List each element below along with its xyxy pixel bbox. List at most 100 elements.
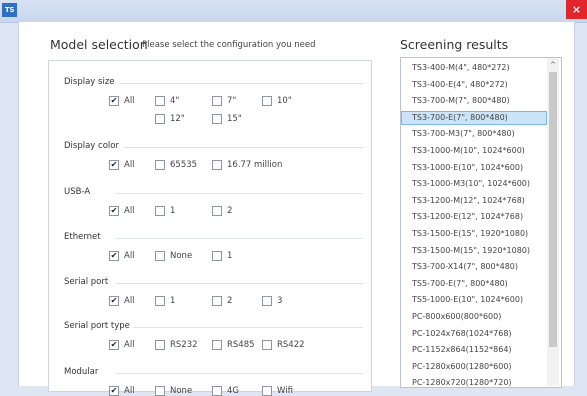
- checkbox-checked-icon[interactable]: ✔: [109, 160, 119, 170]
- checkbox-checked-icon[interactable]: ✔: [109, 386, 119, 396]
- checkbox-checked-icon[interactable]: ✔: [109, 251, 119, 261]
- result-list-item[interactable]: TS5-1000-E(10", 1024*600): [401, 293, 547, 307]
- checkbox-icon[interactable]: [155, 251, 165, 261]
- app-logo-icon: TS: [2, 3, 17, 17]
- checkbox-checked-icon[interactable]: ✔: [109, 296, 119, 306]
- option-checkbox[interactable]: 16.77 million: [212, 160, 282, 170]
- results-scrollbar[interactable]: ^: [547, 58, 559, 386]
- group-title: Ethernet: [64, 232, 105, 242]
- checkbox-icon[interactable]: [212, 206, 222, 216]
- checkbox-icon[interactable]: [212, 96, 222, 106]
- option-label: RS232: [170, 340, 198, 350]
- option-label: 12": [170, 114, 185, 124]
- option-checkbox[interactable]: 4": [155, 96, 179, 106]
- result-list-item[interactable]: TS3-700-M3(7", 800*480): [401, 127, 547, 141]
- checkbox-icon[interactable]: [212, 251, 222, 261]
- option-label: All: [124, 206, 135, 216]
- option-checkbox[interactable]: 7": [212, 96, 236, 106]
- option-checkbox[interactable]: 1: [212, 251, 232, 261]
- group-divider: [115, 238, 363, 239]
- option-checkbox[interactable]: 2: [212, 296, 232, 306]
- option-checkbox[interactable]: ✔ All: [109, 340, 135, 350]
- checkbox-icon[interactable]: [212, 296, 222, 306]
- checkbox-icon[interactable]: [212, 160, 222, 170]
- model-selection-hint: Please select the configuration you need: [142, 40, 316, 50]
- option-checkbox[interactable]: ✔ All: [109, 96, 135, 106]
- checkbox-icon[interactable]: [212, 386, 222, 396]
- result-list-item[interactable]: TS3-700-X14(7", 800*480): [401, 260, 547, 274]
- option-checkbox[interactable]: 4G: [212, 386, 239, 396]
- result-list-item[interactable]: TS3-400-E(4", 480*272): [401, 78, 547, 92]
- checkbox-checked-icon[interactable]: ✔: [109, 206, 119, 216]
- option-label: 10": [277, 96, 292, 106]
- checkbox-icon[interactable]: [155, 114, 165, 124]
- option-checkbox[interactable]: ✔ All: [109, 296, 135, 306]
- group-title: Modular: [64, 367, 103, 377]
- group-title: Serial port type: [64, 321, 134, 331]
- option-checkbox[interactable]: RS485: [212, 340, 255, 350]
- checkbox-icon[interactable]: [155, 386, 165, 396]
- checkbox-icon[interactable]: [262, 96, 272, 106]
- result-list-item[interactable]: PC-1152x864(1152*864): [401, 343, 547, 357]
- checkbox-checked-icon[interactable]: ✔: [109, 340, 119, 350]
- result-list-item[interactable]: PC-1024x768(1024*768): [401, 327, 547, 341]
- result-list-item[interactable]: TS3-1000-M(10", 1024*600): [401, 144, 547, 158]
- option-checkbox[interactable]: ✔ All: [109, 251, 135, 261]
- option-label: All: [124, 96, 135, 106]
- option-checkbox[interactable]: Wifi: [262, 386, 293, 396]
- result-list-item[interactable]: TS3-1500-E(15", 1920*1080): [401, 227, 547, 241]
- option-checkbox[interactable]: RS232: [155, 340, 198, 350]
- checkbox-checked-icon[interactable]: ✔: [109, 96, 119, 106]
- option-label: All: [124, 386, 135, 396]
- result-list-item[interactable]: PC-1280x600(1280*600): [401, 360, 547, 374]
- scroll-up-icon[interactable]: ^: [547, 58, 559, 72]
- group-divider: [115, 193, 363, 194]
- close-button[interactable]: ×: [566, 0, 587, 19]
- result-list-item[interactable]: PC-1280x720(1280*720): [401, 376, 547, 387]
- group-divider: [115, 83, 363, 84]
- option-label: RS422: [277, 340, 305, 350]
- screening-results-list[interactable]: TS3-400-M(4", 480*272) TS3-400-E(4", 480*…: [400, 57, 562, 388]
- checkbox-icon[interactable]: [212, 340, 222, 350]
- option-checkbox[interactable]: RS422: [262, 340, 305, 350]
- option-checkbox[interactable]: 15": [212, 114, 242, 124]
- result-list-item[interactable]: PC-800x600(800*600): [401, 310, 547, 324]
- option-label: All: [124, 251, 135, 261]
- option-checkbox[interactable]: None: [155, 251, 192, 261]
- result-list-item[interactable]: TS3-700-E(7", 800*480): [401, 110, 547, 125]
- option-label: 2: [227, 296, 233, 306]
- option-checkbox[interactable]: 2: [212, 206, 232, 216]
- option-label: Wifi: [277, 386, 293, 396]
- result-list-item[interactable]: TS3-1500-M(15", 1920*1080): [401, 244, 547, 258]
- checkbox-icon[interactable]: [155, 96, 165, 106]
- option-checkbox[interactable]: 1: [155, 206, 175, 216]
- result-list-item[interactable]: TS3-700-M(7", 800*480): [401, 94, 547, 108]
- result-list-item[interactable]: TS3-1200-M(12", 1024*768): [401, 194, 547, 208]
- checkbox-icon[interactable]: [155, 160, 165, 170]
- option-checkbox[interactable]: 10": [262, 96, 292, 106]
- result-list-item[interactable]: TS3-400-M(4", 480*272): [401, 61, 547, 75]
- result-list-item[interactable]: TS3-1000-E(10", 1024*600): [401, 161, 547, 175]
- checkbox-icon[interactable]: [262, 296, 272, 306]
- option-checkbox[interactable]: 1: [155, 296, 175, 306]
- checkbox-icon[interactable]: [262, 386, 272, 396]
- option-checkbox[interactable]: ✔ All: [109, 160, 135, 170]
- result-list-item[interactable]: TS3-1000-M3(10", 1024*600): [401, 177, 547, 191]
- group-title: Serial port: [64, 277, 113, 287]
- result-list-item[interactable]: TS5-700-E(7", 800*480): [401, 277, 547, 291]
- option-checkbox[interactable]: None: [155, 386, 192, 396]
- scrollbar-thumb[interactable]: [549, 72, 557, 347]
- option-checkbox[interactable]: ✔ All: [109, 206, 135, 216]
- result-list-item[interactable]: TS3-1200-E(12", 1024*768): [401, 210, 547, 224]
- option-checkbox[interactable]: 65535: [155, 160, 197, 170]
- option-checkbox[interactable]: 3: [262, 296, 282, 306]
- checkbox-icon[interactable]: [155, 206, 165, 216]
- model-selection-title: Model selection: [50, 37, 148, 52]
- checkbox-icon[interactable]: [262, 340, 272, 350]
- checkbox-icon[interactable]: [155, 340, 165, 350]
- checkbox-icon[interactable]: [155, 296, 165, 306]
- option-label: 1: [170, 206, 176, 216]
- checkbox-icon[interactable]: [212, 114, 222, 124]
- option-checkbox[interactable]: 12": [155, 114, 185, 124]
- option-checkbox[interactable]: ✔ All: [109, 386, 135, 396]
